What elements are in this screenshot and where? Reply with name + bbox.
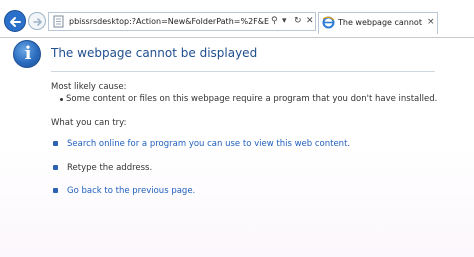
tab-active[interactable]: The webpage cannot be di... ×: [318, 12, 438, 34]
forward-arrow-icon: [33, 18, 42, 26]
tab-label: The webpage cannot be di...: [338, 18, 424, 27]
go-back-link[interactable]: Go back to the previous page.: [67, 185, 195, 197]
cause-bullet: [60, 98, 63, 101]
page-icon: [53, 15, 64, 28]
tab-close-icon[interactable]: ×: [427, 16, 435, 28]
cause-heading: Most likely cause:: [51, 82, 127, 92]
retype-address-text: Retype the address.: [67, 163, 153, 173]
browser-window: pbissrsdesktop:?Action=New&FolderPath=%2…: [0, 0, 474, 257]
bullet-icon: [53, 141, 58, 146]
ie-icon: [322, 16, 335, 29]
info-icon: i: [13, 40, 41, 68]
refresh-icon[interactable]: ↻: [294, 14, 302, 29]
new-tab-button[interactable]: [441, 14, 471, 34]
title-divider: [51, 71, 435, 72]
bullet-icon: [53, 188, 58, 193]
search-icon[interactable]: ⚲: [271, 14, 278, 29]
search-online-link[interactable]: Search online for a program you can use …: [67, 138, 350, 150]
stop-icon[interactable]: ✕: [306, 14, 314, 29]
back-button[interactable]: [4, 10, 26, 32]
actions-heading: What you can try:: [51, 118, 127, 128]
dropdown-icon[interactable]: ▾: [282, 14, 287, 29]
page-title: The webpage cannot be displayed: [51, 46, 258, 60]
cause-item: Some content or files on this webpage re…: [66, 94, 438, 104]
address-url[interactable]: pbissrsdesktop:?Action=New&FolderPath=%2…: [69, 14, 269, 29]
back-arrow-icon: [10, 17, 21, 27]
browser-toolbar: pbissrsdesktop:?Action=New&FolderPath=%2…: [0, 0, 474, 38]
forward-button[interactable]: [28, 12, 46, 30]
bullet-icon: [53, 165, 58, 170]
address-bar[interactable]: pbissrsdesktop:?Action=New&FolderPath=%2…: [48, 12, 316, 31]
